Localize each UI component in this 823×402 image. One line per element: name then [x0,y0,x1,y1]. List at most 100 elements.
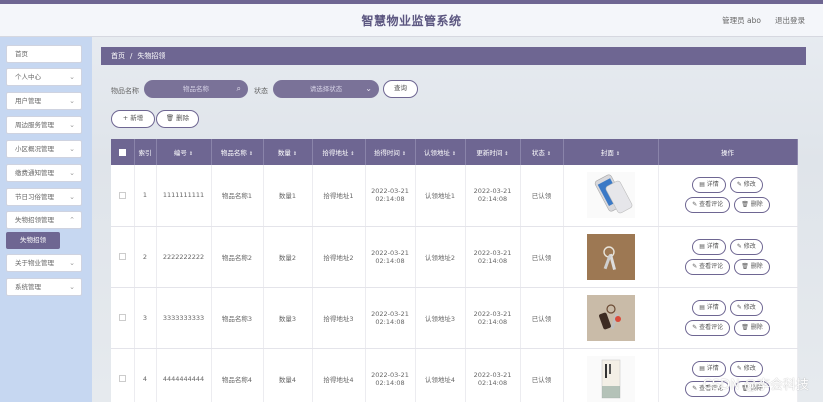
item-name-placeholder: 物品名称 [183,85,209,93]
sort-icon[interactable]: ⇕ [452,151,456,157]
edit-label: 修改 [743,364,756,372]
sidebar-item-home[interactable]: 首页 [6,45,82,63]
table-header-row: 索引 编号 ⇕ 物品名称 ⇕ 数量 ⇕ 拾得地址 ⇕ 拾得时间 ⇕ 认领地址 ⇕ 更新时间 ⇕… [111,139,798,165]
sidebar-subitem-lostfound[interactable]: 失物招领 [6,232,60,249]
col-header[interactable]: 编号 ⇕ [156,139,212,165]
edit-label: 修改 [743,303,756,311]
sort-icon[interactable]: ⇕ [402,151,406,157]
sort-icon[interactable]: ⇕ [249,151,253,157]
cell-actions: ▤ 详情 ✎ 修改 ✎ 查看评论 🗑 删除 [658,226,798,288]
delete-label: 删除 [750,262,763,270]
breadcrumb-home[interactable]: 首页 [111,52,125,60]
chevron-down-icon: ⌄ [69,121,75,129]
cell-number: 4444444444 [156,348,212,402]
cell-update-time: 2022-03-21 02:14:08 [465,287,521,349]
cell-found-time: 2022-03-21 02:14:08 [365,226,416,288]
sort-icon[interactable]: ⇕ [504,151,508,157]
sidebar-item-festival[interactable]: 节日习俗管理 ⌄ [6,188,82,206]
query-button[interactable]: 查询 [383,80,418,98]
col-header-label: 物品名称 [220,149,247,157]
detail-button[interactable]: ▤ 详情 [692,177,726,194]
row-checkbox[interactable] [118,191,126,199]
row-delete-button[interactable]: 🗑 删除 [734,258,770,275]
edit-label: 修改 [743,242,756,250]
edit-button[interactable]: ✎ 修改 [729,177,763,194]
detail-button[interactable]: ▤ 详情 [692,299,726,316]
cell-item-name: 物品名称2 [211,226,264,288]
sort-icon[interactable]: ⇕ [350,151,354,157]
delete-button[interactable]: 🗑 删除 [156,110,199,128]
cover-image-keys [586,294,635,341]
view-comments-button[interactable]: ✎ 查看评论 [685,258,731,275]
logout-button[interactable]: 退出登录 [775,15,805,26]
sort-icon[interactable]: ⇕ [293,151,297,157]
cell-found-time: 2022-03-21 02:14:08 [365,348,416,402]
row-checkbox[interactable] [118,253,126,260]
col-header[interactable]: 拾得地址 ⇕ [312,139,366,165]
sidebar-item-label: 失物招领管理 [15,216,54,224]
cell-status: 已认领 [520,348,564,402]
row-delete-button[interactable]: 🗑 删除 [734,197,770,214]
sidebar-item-system[interactable]: 系统管理 ⌄ [6,278,82,296]
sort-icon[interactable]: ⇕ [189,151,193,157]
delete-button-label: 删除 [176,114,190,122]
row-checkbox[interactable] [118,314,126,321]
delete-label: 删除 [750,323,763,331]
sidebar-item-community[interactable]: 小区概况管理 ⌄ [6,140,82,158]
cell-claim-address: 认领地址1 [415,165,466,227]
col-header-label: 拾得时间 [373,149,400,157]
cell-item-name: 物品名称1 [211,165,264,227]
select-all-header[interactable] [111,139,135,165]
col-header[interactable]: 物品名称 ⇕ [211,139,264,165]
cell-index: 1 [134,165,157,227]
detail-label: 详情 [706,303,719,311]
chevron-down-icon: ⌄ [69,169,75,177]
chevron-down-icon: ⌄ [365,84,372,93]
sidebar-item-users[interactable]: 用户管理 ⌄ [6,92,82,110]
cell-number: 3333333333 [156,287,212,349]
detail-button[interactable]: ▤ 详情 [692,238,726,255]
add-button[interactable]: + 新增 [111,110,155,128]
col-header[interactable]: 封面 ⇕ [563,139,659,165]
cell-found-time: 2022-03-21 02:14:08 [365,287,416,349]
col-header[interactable]: 认领地址 ⇕ [415,139,466,165]
sort-icon[interactable]: ⇕ [547,151,551,157]
detail-label: 详情 [706,242,719,250]
sidebar-item-about[interactable]: 关于物业管理 ⌄ [6,254,82,272]
cell-update-time: 2022-03-21 02:14:08 [465,226,521,288]
col-header-label: 状态 [531,149,545,157]
row-select-cell[interactable] [111,287,135,349]
view-comments-button[interactable]: ✎ 查看评论 [685,319,731,336]
sidebar-item-lostfound[interactable]: 失物招领管理 ⌃ [6,211,82,229]
view-comments-button[interactable]: ✎ 查看评论 [685,197,731,214]
col-header-label: 数量 [277,149,291,157]
row-delete-button[interactable]: 🗑 删除 [734,319,770,336]
chevron-down-icon: ⌄ [69,259,75,267]
row-select-cell[interactable] [111,226,135,288]
col-header-label: 认领地址 [423,149,450,157]
cell-quantity: 数量4 [263,348,313,402]
col-header[interactable]: 数量 ⇕ [263,139,313,165]
sort-icon[interactable]: ⇕ [616,151,620,157]
status-select[interactable]: 请选择状态 ⌄ [273,80,379,98]
sidebar-item-services[interactable]: 周边服务管理 ⌄ [6,116,82,134]
row-select-cell[interactable] [111,165,135,227]
edit-button[interactable]: ✎ 修改 [729,238,763,255]
col-header[interactable]: 更新时间 ⇕ [465,139,521,165]
sidebar-item-label: 节日习俗管理 [15,193,54,201]
cover-image-book [586,355,635,402]
sidebar-item-profile[interactable]: 个人中心 ⌄ [6,68,82,86]
col-header[interactable]: 状态 ⇕ [520,139,564,165]
select-all-checkbox[interactable] [118,148,126,156]
row-select-cell[interactable] [111,348,135,402]
row-checkbox[interactable] [118,375,126,382]
chevron-up-icon: ⌃ [69,216,75,224]
item-name-input[interactable]: 物品名称 ⌕ [144,80,248,98]
edit-button[interactable]: ✎ 修改 [729,299,763,316]
cell-cover [563,348,659,402]
chevron-down-icon: ⌄ [69,97,75,105]
cover-image-keys [586,233,635,280]
sidebar-item-payment[interactable]: 缴费通知管理 ⌄ [6,164,82,182]
col-header[interactable]: 拾得时间 ⇕ [365,139,416,165]
cell-update-time: 2022-03-21 02:14:08 [465,165,521,227]
